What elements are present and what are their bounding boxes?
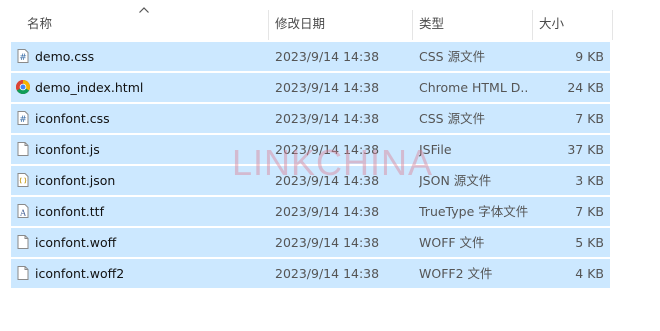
svg-text:#: # — [19, 53, 27, 63]
column-divider[interactable] — [612, 10, 613, 40]
file-row[interactable]: iconfont.woff2 2023/9/14 14:38 WOFF2 文件 … — [11, 259, 610, 288]
file-date: 2023/9/14 14:38 — [275, 111, 380, 126]
file-row[interactable]: iconfont.js 2023/9/14 14:38 JSFile 37 KB — [11, 135, 610, 164]
file-size: 3 KB — [575, 173, 604, 188]
file-date: 2023/9/14 14:38 — [275, 173, 380, 188]
file-size: 4 KB — [575, 266, 604, 281]
file-size: 5 KB — [575, 235, 604, 250]
file-date: 2023/9/14 14:38 — [275, 266, 380, 281]
file-type: WOFF2 文件 — [419, 266, 493, 281]
file-name: iconfont.json — [35, 173, 116, 188]
file-date: 2023/9/14 14:38 — [275, 49, 380, 64]
column-name-header[interactable]: 名称 — [27, 0, 267, 40]
file-row[interactable]: A iconfont.ttf 2023/9/14 14:38 TrueType … — [11, 197, 610, 226]
file-name: iconfont.ttf — [35, 204, 104, 219]
file-date: 2023/9/14 14:38 — [275, 235, 380, 250]
file-row[interactable]: demo_index.html 2023/9/14 14:38 Chrome H… — [11, 73, 610, 102]
file-row[interactable]: # demo.css 2023/9/14 14:38 CSS 源文件 9 KB — [11, 42, 610, 71]
file-date: 2023/9/14 14:38 — [275, 80, 380, 95]
file-row[interactable]: iconfont.woff 2023/9/14 14:38 WOFF 文件 5 … — [11, 228, 610, 257]
file-size: 24 KB — [567, 80, 604, 95]
column-divider[interactable] — [532, 10, 533, 40]
chrome-icon — [15, 79, 31, 95]
file-name: iconfont.js — [35, 142, 100, 157]
file-name: demo_index.html — [35, 80, 144, 95]
file-name: iconfont.css — [35, 111, 110, 126]
file-type: Chrome HTML D... — [419, 80, 529, 95]
file-date: 2023/9/14 14:38 — [275, 204, 380, 219]
file-list: # demo.css 2023/9/14 14:38 CSS 源文件 9 KB — [11, 42, 610, 290]
column-date-header[interactable]: 修改日期 — [275, 0, 410, 40]
column-divider[interactable] — [268, 10, 269, 40]
file-name: iconfont.woff2 — [35, 266, 125, 281]
file-explorer: 名称 修改日期 类型 大小 # demo.css 2023/9/14 14:38… — [0, 0, 660, 331]
json-file-icon — [15, 172, 31, 188]
css-file-icon: # — [15, 110, 31, 126]
file-size: 7 KB — [575, 204, 604, 219]
file-row[interactable]: # iconfont.css 2023/9/14 14:38 CSS 源文件 7… — [11, 104, 610, 133]
file-type: CSS 源文件 — [419, 111, 486, 126]
column-header: 名称 修改日期 类型 大小 — [0, 0, 660, 40]
file-date: 2023/9/14 14:38 — [275, 142, 380, 157]
file-type: WOFF 文件 — [419, 235, 485, 250]
file-type: JSON 源文件 — [419, 173, 492, 188]
file-name: iconfont.woff — [35, 235, 117, 250]
file-type: TrueType 字体文件 — [419, 204, 529, 219]
file-icon — [15, 141, 31, 157]
file-row[interactable]: iconfont.json 2023/9/14 14:38 JSON 源文件 3… — [11, 166, 610, 195]
file-name: demo.css — [35, 49, 95, 64]
file-size: 9 KB — [575, 49, 604, 64]
file-icon — [15, 265, 31, 281]
file-icon — [15, 234, 31, 250]
file-type: CSS 源文件 — [419, 49, 486, 64]
file-size: 37 KB — [567, 142, 604, 157]
column-size-header[interactable]: 大小 — [539, 0, 609, 40]
column-type-header[interactable]: 类型 — [419, 0, 531, 40]
css-file-icon: # — [15, 48, 31, 64]
file-size: 7 KB — [575, 111, 604, 126]
font-file-icon: A — [15, 203, 31, 219]
svg-text:#: # — [19, 115, 27, 125]
svg-text:A: A — [19, 209, 26, 218]
file-type: JSFile — [419, 142, 452, 157]
column-divider[interactable] — [412, 10, 413, 40]
